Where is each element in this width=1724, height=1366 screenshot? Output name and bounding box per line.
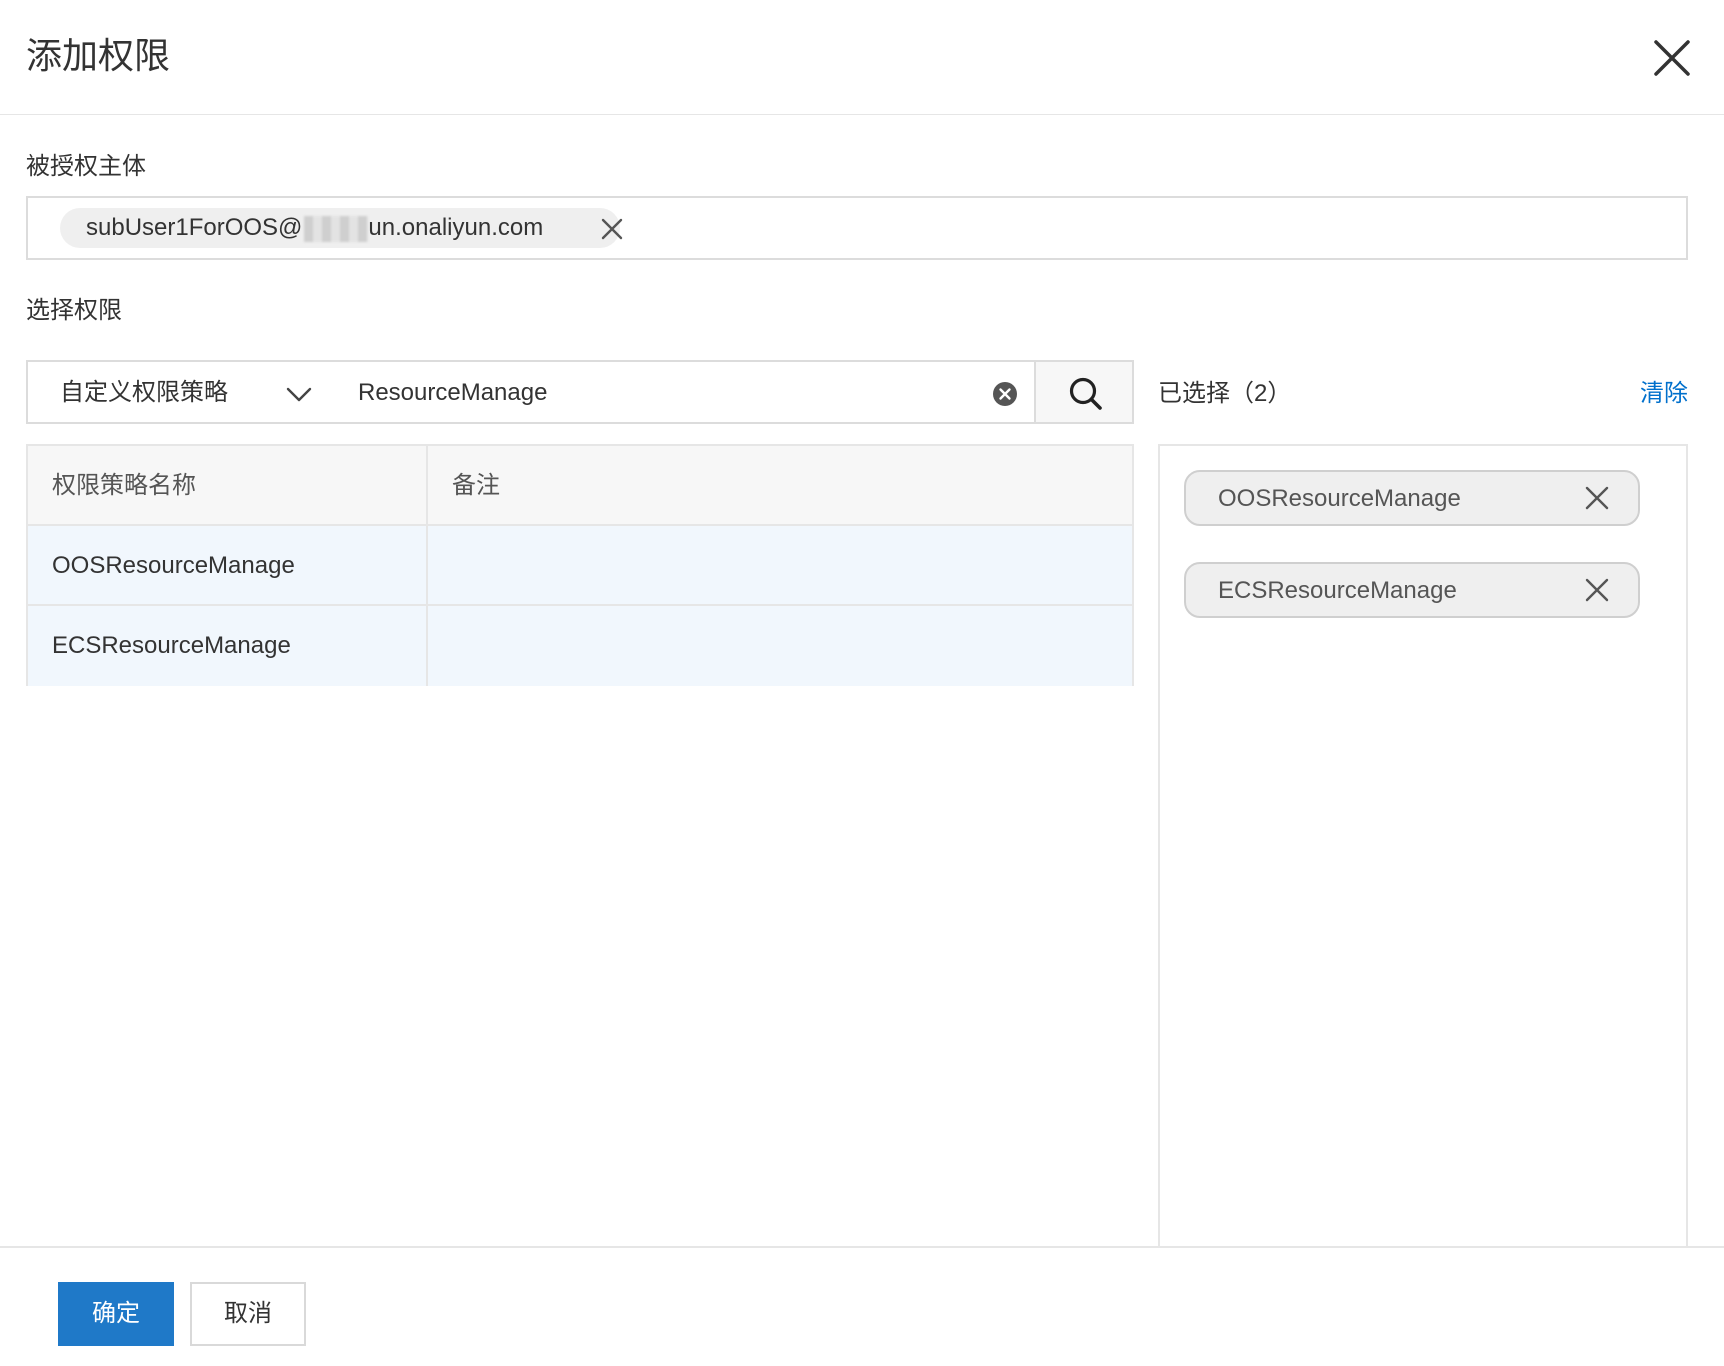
- policy-type-value: 自定义权限策略: [60, 379, 228, 406]
- selected-title: 已选择（2）: [1158, 380, 1292, 407]
- remove-principal-icon[interactable]: [600, 217, 624, 241]
- policy-table: 权限策略名称 备注 OOSResourceManage ECSResourceM…: [26, 444, 1134, 686]
- table-row[interactable]: OOSResourceManage: [28, 526, 1132, 606]
- redacted-mask: [304, 215, 369, 242]
- table-header-row: 权限策略名称 备注: [28, 446, 1132, 526]
- dialog-footer: 确定 取消: [0, 1246, 1724, 1366]
- column-header-note: 备注: [452, 472, 500, 499]
- close-icon[interactable]: [1650, 36, 1694, 80]
- clear-selected-link[interactable]: 清除: [1640, 378, 1688, 410]
- policy-search-input[interactable]: [358, 374, 958, 412]
- chevron-down-icon: [286, 387, 312, 402]
- principal-tag-suffix: un.onaliyun.com: [368, 214, 544, 241]
- table-row[interactable]: ECSResourceManage: [28, 606, 1132, 686]
- principal-field[interactable]: subUser1ForOOS@ un.onaliyun.com: [26, 196, 1688, 260]
- remove-x-icon[interactable]: [1584, 485, 1610, 511]
- dialog-title: 添加权限: [26, 35, 171, 76]
- permission-label: 选择权限: [26, 297, 122, 324]
- add-permission-dialog: 添加权限 被授权主体 subUser1ForOOS@ un.onaliyun.co…: [0, 0, 1724, 1366]
- clear-circle-icon[interactable]: [992, 381, 1018, 407]
- principal-tag-prefix: subUser1ForOOS@: [86, 214, 303, 241]
- principal-tag-text: subUser1ForOOS@ un.onaliyun.com: [86, 215, 543, 242]
- policy-search-box: [326, 360, 1036, 424]
- selected-tag: OOSResourceManage: [1184, 470, 1640, 526]
- search-icon: [1069, 377, 1102, 410]
- selected-tag-label: OOSResourceManage: [1218, 485, 1461, 512]
- policy-type-select[interactable]: 自定义权限策略: [26, 360, 328, 424]
- dialog-header: 添加权限: [0, 0, 1724, 115]
- search-button[interactable]: [1034, 360, 1134, 424]
- selected-tag-label: ECSResourceManage: [1218, 577, 1457, 604]
- remove-x-icon[interactable]: [1584, 577, 1610, 603]
- selected-panel: OOSResourceManage ECSResourceManage: [1158, 444, 1688, 1254]
- column-header-policy-name: 权限策略名称: [28, 446, 428, 526]
- principal-tag: subUser1ForOOS@ un.onaliyun.com: [60, 208, 623, 248]
- cancel-button[interactable]: 取消: [190, 1282, 306, 1346]
- selected-tag: ECSResourceManage: [1184, 562, 1640, 618]
- principal-label: 被授权主体: [26, 153, 146, 180]
- policy-name-cell: ECSResourceManage: [28, 606, 428, 686]
- policy-note-cell: [428, 606, 1132, 686]
- confirm-button[interactable]: 确定: [58, 1282, 174, 1346]
- policy-name-cell: OOSResourceManage: [28, 526, 428, 606]
- policy-note-cell: [428, 526, 1132, 606]
